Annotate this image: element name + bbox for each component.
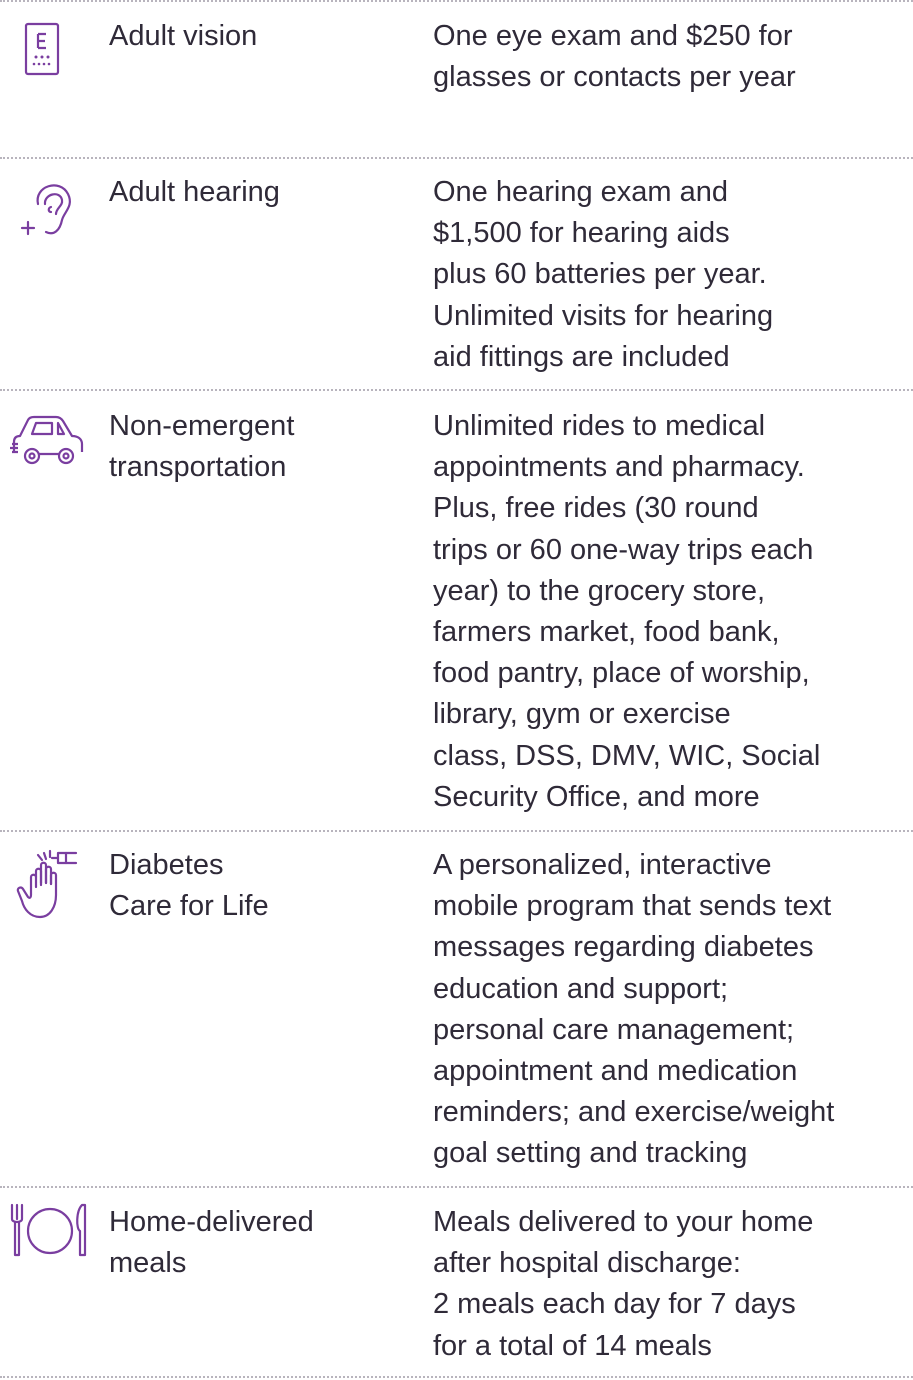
benefit-name: Diabetes Care for Life: [109, 849, 269, 922]
plate-fork-knife-icon: [8, 1201, 92, 1261]
benefit-name: Adult vision: [109, 20, 258, 52]
benefit-row-adult-vision: Adult vision One eye exam and $250 for g…: [0, 0, 913, 158]
benefit-description: One eye exam and $250 for glasses or con…: [433, 20, 796, 94]
ear-hearing-icon: [20, 174, 80, 244]
benefit-description: Unlimited rides to medical appointments …: [433, 410, 821, 813]
benefit-name: Non-emergent transportation: [109, 410, 295, 483]
benefit-row-transportation: Non-emergent transportation Unlimited ri…: [0, 390, 913, 830]
benefit-row-home-meals: Home-delivered meals Meals delivered to …: [0, 1187, 913, 1377]
benefit-name: Home-delivered meals: [109, 1206, 314, 1279]
benefit-name: Adult hearing: [109, 176, 280, 208]
car-icon: [8, 408, 88, 472]
benefit-description: A personalized, interactive mobile progr…: [433, 849, 835, 1170]
benefit-row-adult-hearing: Adult hearing One hearing exam and $1,50…: [0, 158, 913, 388]
eye-chart-icon: [14, 18, 72, 82]
hand-glucose-meter-icon: [16, 847, 86, 923]
benefit-row-diabetes: Diabetes Care for Life A personalized, i…: [0, 831, 913, 1187]
benefit-description: One hearing exam and $1,500 for hearing …: [433, 176, 774, 373]
benefit-description: Meals delivered to your home after hospi…: [433, 1206, 814, 1362]
benefits-table: Adult vision One eye exam and $250 for g…: [0, 0, 913, 1380]
row-divider: [0, 1376, 913, 1378]
